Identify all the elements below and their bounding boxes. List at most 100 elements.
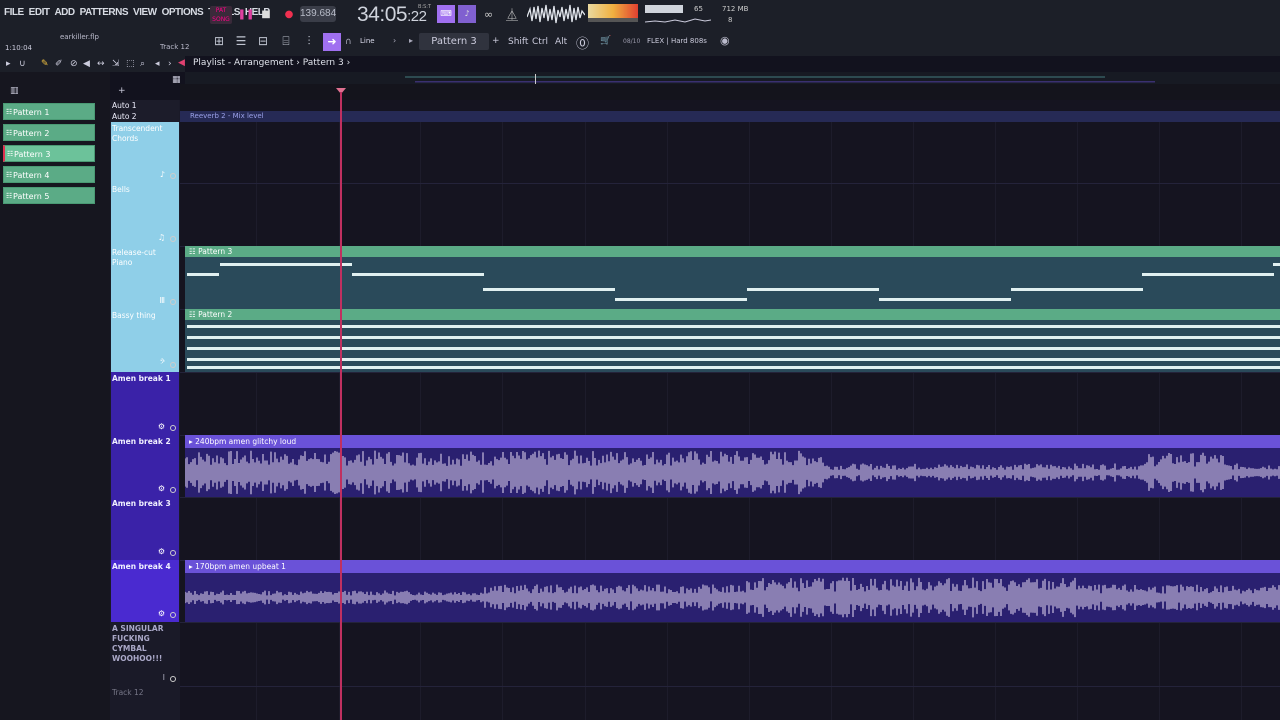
knob-icon[interactable]: ◉ xyxy=(720,34,730,47)
playhead-line[interactable] xyxy=(340,92,342,720)
pat-song-toggle[interactable]: PAT SONG xyxy=(210,6,232,24)
stop-button[interactable]: ■ xyxy=(258,6,274,24)
pattern-item[interactable]: ☷ Pattern 1 xyxy=(3,103,95,120)
browser-icon[interactable]: ⌸ xyxy=(277,34,295,49)
menu-view[interactable]: VIEW xyxy=(133,7,157,18)
play-pattern-icon[interactable]: ▸ xyxy=(409,36,413,45)
paint-icon[interactable]: ✐ xyxy=(55,59,63,69)
automation-clip[interactable] xyxy=(180,111,1280,122)
record-button[interactable]: ● xyxy=(281,6,297,24)
tempo-display[interactable]: 139.684 xyxy=(300,6,336,22)
mute-dot-icon[interactable] xyxy=(170,299,176,305)
track-header[interactable]: A SINGULAR FUCKING CYMBAL WOOHOO!!! I xyxy=(111,622,179,686)
alt-key-button[interactable]: Alt xyxy=(555,37,567,47)
mute-dot-icon[interactable] xyxy=(170,487,176,493)
track-header[interactable]: Release-cut Piano Ⅲ xyxy=(111,246,179,309)
master-pitch-slider[interactable] xyxy=(588,18,638,22)
polyphony-count: 8 xyxy=(728,16,733,24)
pattern-clip[interactable]: ☷ Pattern 3 xyxy=(185,246,1280,309)
channel-rack-icon[interactable]: ☰ xyxy=(232,34,250,48)
pattern-item[interactable]: ☷ Pattern 5 xyxy=(3,187,95,204)
playlist-view-icon[interactable]: ⊞ xyxy=(210,34,228,48)
pattern-item-selected[interactable]: ☷ Pattern 3 xyxy=(3,145,95,162)
track-header[interactable]: Amen break 1 ⚙ xyxy=(111,372,179,435)
pattern-item[interactable]: ☷ Pattern 4 xyxy=(3,166,95,183)
select-icon[interactable]: ⬚ xyxy=(126,59,135,69)
menu-patterns[interactable]: PATTERNS xyxy=(80,7,129,18)
cpu-graph xyxy=(645,18,711,23)
slice-icon[interactable]: ⇲ xyxy=(112,59,120,69)
add-pattern-button[interactable]: + xyxy=(492,36,500,46)
track-header[interactable]: Track 12 xyxy=(111,686,179,720)
track-header-auto1[interactable]: Auto 1 xyxy=(111,100,179,111)
audio-clip[interactable]: ▸ 170bpm amen upbeat 1 xyxy=(185,560,1280,622)
piano-roll-icon[interactable]: ⊟ xyxy=(254,34,272,48)
mute-dot-icon[interactable] xyxy=(170,236,176,242)
help-icon[interactable]: ⓪ xyxy=(576,33,589,52)
track-header[interactable]: Amen break 2 ⚙ xyxy=(111,435,179,497)
clip-header: ☷ Pattern 2 xyxy=(185,309,1280,320)
note xyxy=(1011,288,1143,291)
snap-toggle-button[interactable]: ➜ xyxy=(323,33,341,51)
menu-add[interactable]: ADD xyxy=(54,7,75,18)
playlist-title: Playlist - Arrangement › Pattern 3 › xyxy=(193,58,350,68)
drum-icon: ⚙ xyxy=(157,484,165,493)
breadcrumb-pattern[interactable]: Pattern 3 xyxy=(303,58,344,68)
track-name: Auto 1 xyxy=(112,101,137,110)
playback-icon[interactable]: ◂ xyxy=(155,59,160,69)
playlist-window-title: Playlist - Arrangement xyxy=(193,58,294,68)
pattern-item[interactable]: ☷ Pattern 2 xyxy=(3,124,95,141)
mixer-icon[interactable]: ⫶ xyxy=(300,34,318,49)
master-volume-meter xyxy=(588,4,638,18)
piano-icon: Ⅲ xyxy=(159,296,165,305)
mute-dot-icon[interactable] xyxy=(170,362,176,368)
menu-edit[interactable]: EDIT xyxy=(29,7,50,18)
ctrl-key-button[interactable]: Ctrl xyxy=(532,37,548,47)
zoom-icon[interactable]: ⌕ xyxy=(140,59,145,69)
time-fraction: :22 xyxy=(407,8,427,25)
magnet-icon[interactable]: ∪ xyxy=(19,59,26,69)
picker-view-icon[interactable]: ▥ xyxy=(10,86,19,96)
mute-dot-icon[interactable] xyxy=(170,612,176,618)
menu-file[interactable]: FILE xyxy=(4,7,24,18)
play-icon[interactable]: ▸ xyxy=(6,59,11,69)
delete-icon[interactable]: ⊘ xyxy=(70,59,78,69)
playlist-icon: ◀ xyxy=(178,58,185,68)
pause-button[interactable]: ❚❚ xyxy=(236,6,256,24)
flex-preset-name[interactable]: FLEX | Hard 808s xyxy=(647,37,707,45)
track-header[interactable]: Amen break 3 ⚙ xyxy=(111,497,179,560)
oscilloscope-display xyxy=(527,4,585,24)
shift-key-button[interactable]: Shift xyxy=(508,37,528,47)
add-track-icon[interactable]: + xyxy=(118,86,126,96)
mute-dot-icon[interactable] xyxy=(170,676,176,682)
track-header[interactable]: Transcendent Chords ♪ xyxy=(111,122,179,183)
pattern-label: Pattern 4 xyxy=(13,171,50,180)
typing-keyboard-button[interactable]: ⌨ xyxy=(437,5,455,23)
metronome-icon[interactable]: ⏅ xyxy=(506,6,518,23)
mute-dot-icon[interactable] xyxy=(170,173,176,179)
track-header[interactable]: Amen break 4 ⚙ xyxy=(111,560,179,622)
mute-dot-icon[interactable] xyxy=(170,550,176,556)
chevron-right-icon[interactable]: › xyxy=(393,36,396,45)
track-header[interactable]: Bells ♫ xyxy=(111,183,179,246)
track-header-auto2[interactable]: Auto 2 xyxy=(111,111,179,122)
slip-icon[interactable]: ↔ xyxy=(97,59,105,69)
pattern-clip[interactable]: ☷ Pattern 2 xyxy=(185,309,1280,372)
grid-line xyxy=(420,120,421,720)
note xyxy=(187,347,1280,350)
step-edit-button[interactable]: ♪ xyxy=(458,5,476,23)
mute-icon[interactable]: ◀ xyxy=(83,59,90,69)
pencil-icon[interactable]: ✎ xyxy=(41,59,49,69)
mute-dot-icon[interactable] xyxy=(170,425,176,431)
cart-icon[interactable]: 🛒 xyxy=(600,36,611,46)
pattern-selector[interactable]: Pattern 3 xyxy=(419,33,489,50)
menu-options[interactable]: OPTIONS xyxy=(162,7,204,18)
note xyxy=(352,273,484,276)
grid-line xyxy=(502,120,503,720)
fl-studio-window: FILE EDIT ADD PATTERNS VIEW OPTIONS TOOL… xyxy=(0,0,1280,720)
snap-mode-select[interactable]: Line xyxy=(360,37,375,45)
wait-input-icon[interactable]: ∞ xyxy=(484,8,493,21)
arrangement-grid[interactable] xyxy=(180,100,1280,720)
track-header[interactable]: Bassy thing 𝄢 xyxy=(111,309,179,372)
audio-clip[interactable]: ▸ 240bpm amen glitchy loud xyxy=(185,435,1280,497)
